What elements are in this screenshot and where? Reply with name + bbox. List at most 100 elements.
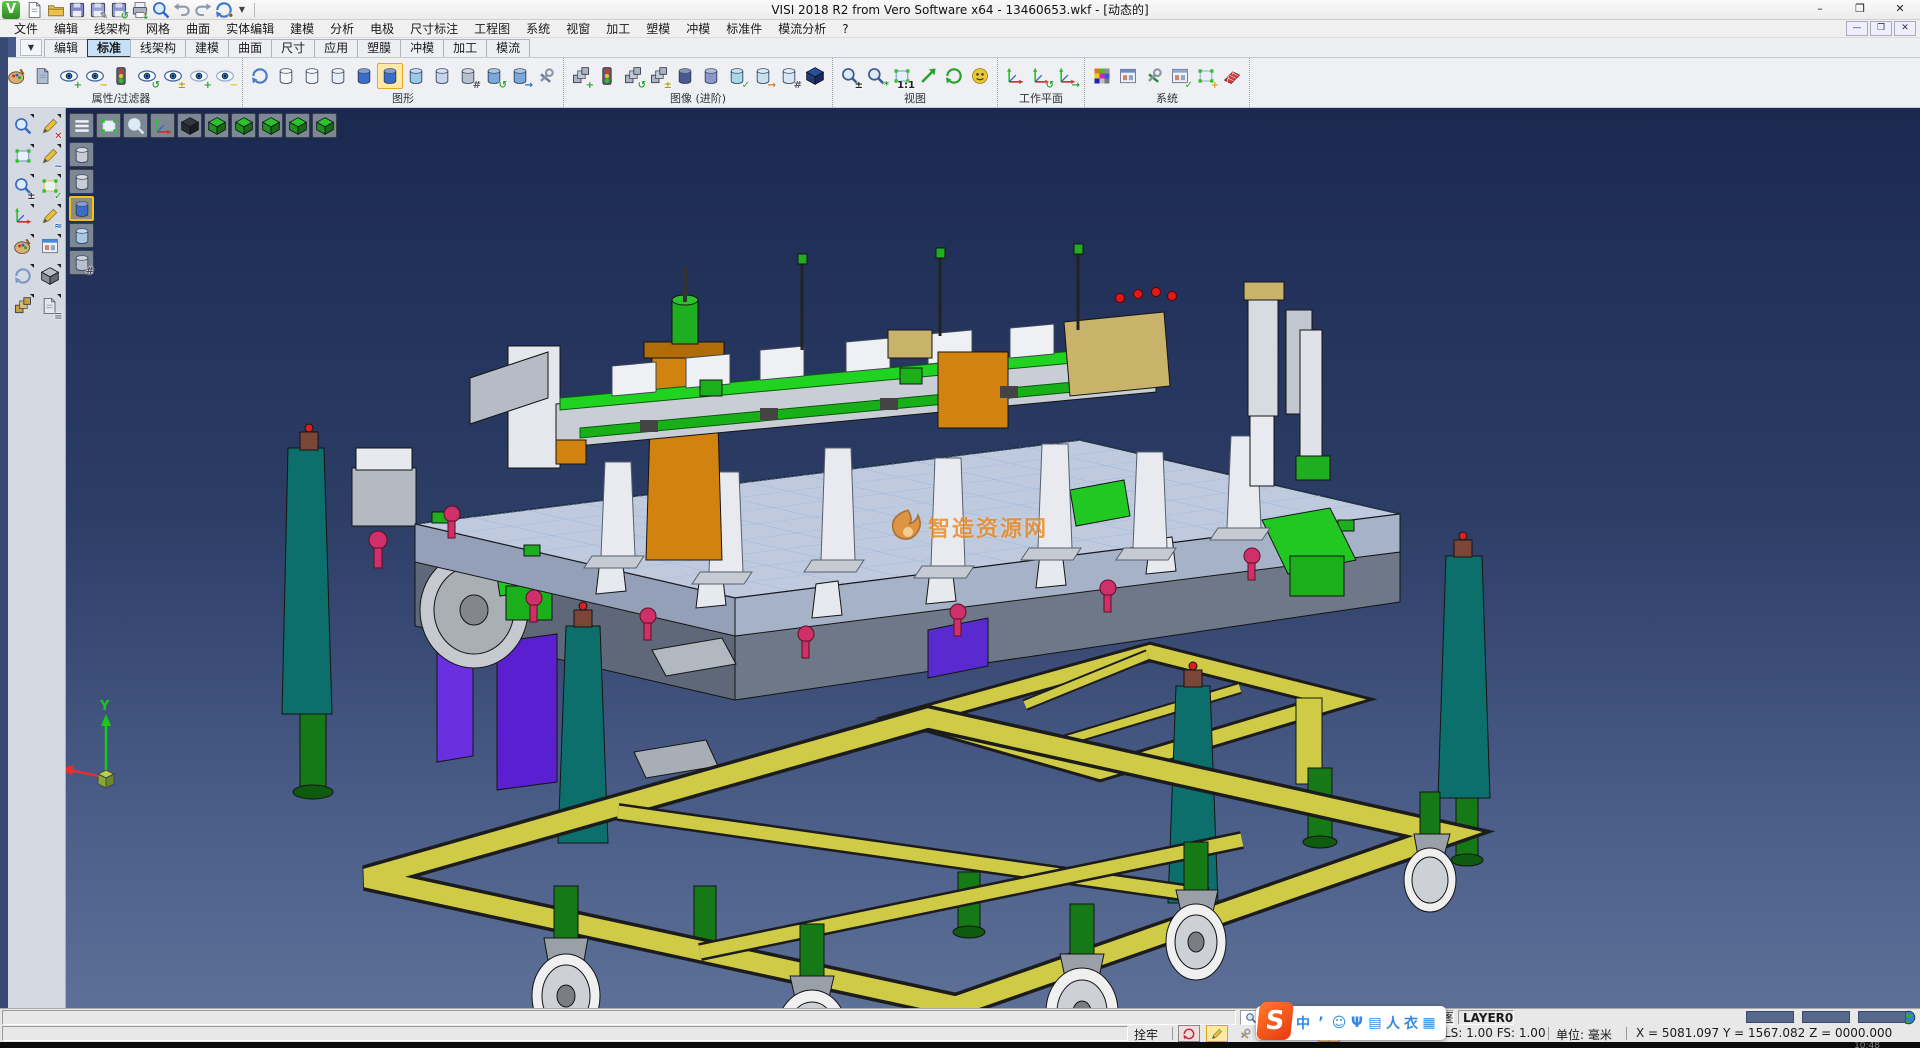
- no-rotation-icon[interactable]: [1178, 1025, 1200, 1042]
- menu-item-编辑[interactable]: 编辑: [46, 20, 86, 38]
- tab-模流[interactable]: 模流: [486, 39, 530, 57]
- zoom-in-out-icon[interactable]: ±: [837, 63, 863, 89]
- flat-cylinder-icon[interactable]: [429, 63, 455, 89]
- menu-item-模流分析[interactable]: 模流分析: [770, 20, 834, 38]
- translucent-cylinder-icon[interactable]: [403, 63, 429, 89]
- verified-cylinder-icon[interactable]: ✓: [724, 63, 750, 89]
- color-swatch-2[interactable]: [1802, 1011, 1850, 1023]
- zoom-extents-icon[interactable]: *: [863, 63, 889, 89]
- menu-item-系统[interactable]: 系统: [518, 20, 558, 38]
- system-tools-icon[interactable]: [1141, 63, 1167, 89]
- shaded-mode-icon[interactable]: [69, 196, 94, 221]
- menu-item-视窗[interactable]: 视窗: [558, 20, 598, 38]
- pick-hand-icon[interactable]: [1234, 1025, 1256, 1042]
- shaded-cylinder-icon[interactable]: [351, 63, 377, 89]
- print-preview-icon[interactable]: [150, 1, 171, 20]
- child-close-button[interactable]: ✕: [1894, 21, 1916, 36]
- magic-select-icon[interactable]: [1206, 1025, 1228, 1042]
- dynamic-shading-icon[interactable]: →: [507, 63, 533, 89]
- workplane-axis-icon[interactable]: [1002, 63, 1028, 89]
- workplane-move-icon[interactable]: →: [1054, 63, 1080, 89]
- top-view-icon[interactable]: [231, 113, 256, 138]
- save-all-icon[interactable]: ↺: [108, 1, 129, 20]
- ime-emoji-icon[interactable]: ☺: [1330, 1008, 1348, 1038]
- ime-keyboard-icon[interactable]: ▤: [1366, 1008, 1384, 1038]
- menu-item-加工[interactable]: 加工: [598, 20, 638, 38]
- menu-item-电极[interactable]: 电极: [362, 20, 402, 38]
- ime-chinese-mode-icon[interactable]: 中: [1294, 1008, 1312, 1038]
- right-view-icon[interactable]: [285, 113, 310, 138]
- filter-traffic-light-icon[interactable]: [108, 63, 134, 89]
- iso-view-icon[interactable]: [177, 113, 202, 138]
- striped-cylinder-icon[interactable]: [698, 63, 724, 89]
- show-entities-icon[interactable]: +: [56, 63, 82, 89]
- dynamic-zoom-icon[interactable]: [123, 113, 148, 138]
- close-button[interactable]: ✕: [1880, 0, 1920, 20]
- redo-icon[interactable]: [192, 1, 213, 20]
- menu-item-网格[interactable]: 网格: [138, 20, 178, 38]
- attribute-page-icon[interactable]: [30, 63, 56, 89]
- advanced-traffic-icon[interactable]: [594, 63, 620, 89]
- mesh-cylinder-icon[interactable]: #: [455, 63, 481, 89]
- delete-entity-tool[interactable]: ✕: [37, 112, 63, 140]
- menu-item-标准件[interactable]: 标准件: [718, 20, 770, 38]
- menu-item-?[interactable]: ?: [834, 20, 856, 38]
- solid-box-tool[interactable]: [37, 262, 63, 290]
- toggle-visibility-icon[interactable]: ±: [160, 63, 186, 89]
- front-view-icon[interactable]: [312, 113, 337, 138]
- regen-visibility-icon[interactable]: ↺: [134, 63, 160, 89]
- reference-cylinder-icon[interactable]: →: [750, 63, 776, 89]
- options-window-icon[interactable]: ✓: [1167, 63, 1193, 89]
- tab-塑膜[interactable]: 塑膜: [357, 39, 401, 57]
- color-swatch-1[interactable]: [1746, 1011, 1794, 1023]
- solid-cube-icon[interactable]: [802, 63, 828, 89]
- regenerate-tool[interactable]: [10, 262, 36, 290]
- shading-settings-icon[interactable]: [533, 63, 559, 89]
- dashed-hidden-cylinder-icon[interactable]: [325, 63, 351, 89]
- save-as-icon[interactable]: ✎: [87, 1, 108, 20]
- left-view-icon[interactable]: [258, 113, 283, 138]
- shaded-edges-cylinder-icon[interactable]: [377, 63, 403, 89]
- tab-建模[interactable]: 建模: [185, 39, 229, 57]
- menu-item-文件[interactable]: 文件: [6, 20, 46, 38]
- view-face-icon[interactable]: [967, 63, 993, 89]
- layer-stack-tool[interactable]: [10, 292, 36, 320]
- zoom-actual-icon[interactable]: 1:1: [889, 63, 915, 89]
- minimize-button[interactable]: –: [1800, 0, 1840, 20]
- restore-button[interactable]: ❐: [1840, 0, 1880, 20]
- system-window-icon[interactable]: [1115, 63, 1141, 89]
- ime-person-icon[interactable]: 人: [1384, 1008, 1402, 1038]
- child-restore-button[interactable]: ❐: [1870, 21, 1892, 36]
- hide-entities-icon[interactable]: −: [82, 63, 108, 89]
- ime-skin-icon[interactable]: 衣: [1402, 1008, 1420, 1038]
- grid-plane-icon[interactable]: [1219, 63, 1245, 89]
- axis-orientation-icon[interactable]: [150, 113, 175, 138]
- tab-编辑[interactable]: 编辑: [44, 39, 88, 57]
- qat-dropdown-button[interactable]: ▼: [234, 1, 250, 19]
- child-minimize-button[interactable]: —: [1846, 21, 1868, 36]
- menu-item-塑模[interactable]: 塑模: [638, 20, 678, 38]
- menu-item-建模[interactable]: 建模: [282, 20, 322, 38]
- pan-view-icon[interactable]: [915, 63, 941, 89]
- undo-icon[interactable]: [171, 1, 192, 20]
- color-palette-icon[interactable]: [1089, 63, 1115, 89]
- menu-item-曲面[interactable]: 曲面: [178, 20, 218, 38]
- ime-punctuation-icon[interactable]: ’: [1312, 1008, 1330, 1038]
- lock-label[interactable]: 拴牢: [1134, 1026, 1158, 1043]
- tab-应用[interactable]: 应用: [314, 39, 358, 57]
- modify-curve-tool[interactable]: ~: [37, 142, 63, 170]
- menu-item-工程图[interactable]: 工程图: [466, 20, 518, 38]
- units-indicator[interactable]: 单位: 毫米: [1556, 1026, 1612, 1043]
- hide-all-icon[interactable]: −: [212, 63, 238, 89]
- regen-graphics-icon[interactable]: [247, 63, 273, 89]
- shaded-edges-mode-icon[interactable]: [69, 223, 94, 248]
- rotate-view-icon[interactable]: [941, 63, 967, 89]
- tab-尺寸[interactable]: 尺寸: [271, 39, 315, 57]
- selection-zoom-tool[interactable]: [10, 112, 36, 140]
- attributes-brush-tool[interactable]: [10, 232, 36, 260]
- macro-session-icon[interactable]: •: [213, 1, 234, 20]
- 3d-viewport[interactable]: Y X # 智造资源网: [66, 108, 1920, 1008]
- bottom-view-icon[interactable]: [204, 113, 229, 138]
- tab-dropdown-button[interactable]: ▼: [20, 39, 42, 56]
- fit-view-icon[interactable]: [96, 113, 121, 138]
